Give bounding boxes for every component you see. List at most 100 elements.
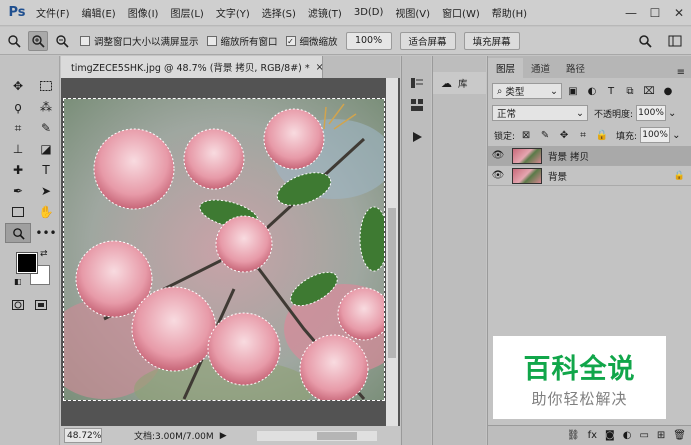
horizontal-scroll-thumb[interactable] [316, 431, 357, 440]
new-group-icon[interactable]: ▭ [639, 430, 648, 441]
visibility-eye-icon[interactable]: 👁 [488, 150, 508, 161]
properties-panel-icon[interactable] [402, 94, 431, 116]
marquee-tool-icon[interactable] [33, 76, 59, 96]
chevron-down-icon: ⌄ [576, 107, 584, 119]
rectangle-tool-icon[interactable] [5, 202, 31, 222]
minimize-button[interactable]: — [619, 2, 643, 24]
workspace-icon[interactable] [665, 31, 685, 51]
menu-file[interactable]: 文件(F) [30, 5, 76, 20]
filter-type-icon[interactable]: T [603, 86, 619, 97]
tab-layers[interactable]: 图层 [488, 58, 524, 78]
menu-image[interactable]: 图像(I) [122, 5, 165, 20]
menu-help[interactable]: 帮助(H) [486, 5, 533, 20]
path-selection-tool-icon[interactable]: ➤ [33, 181, 59, 201]
eraser-tool-icon[interactable]: ◪ [33, 139, 59, 159]
filter-smart-object-icon[interactable]: ⌧ [641, 86, 657, 97]
tab-channels[interactable]: 通道 [523, 58, 558, 78]
menu-layer[interactable]: 图层(L) [164, 5, 209, 20]
menu-select[interactable]: 选择(S) [256, 5, 302, 20]
opacity-dropdown-icon[interactable]: ⌄ [668, 108, 676, 119]
tab-paths[interactable]: 路径 [558, 58, 593, 78]
screen-mode-icon[interactable] [35, 295, 48, 315]
lock-all-icon[interactable]: 🔒 [594, 130, 610, 141]
blend-mode-select[interactable]: 正常 ⌄ [492, 105, 588, 121]
scrubby-zoom-checkbox[interactable]: ✓ 细微缩放 [285, 34, 338, 48]
blend-row: 正常 ⌄ 不透明度: 100% ⌄ [488, 102, 691, 124]
zoom-in-icon[interactable] [28, 30, 48, 51]
pen-tool-icon[interactable]: ✒ [5, 181, 31, 201]
type-tool-icon[interactable]: T [33, 160, 59, 180]
opacity-field[interactable]: 100% [636, 105, 667, 121]
resize-windows-checkbox[interactable]: 调整窗口大小以满屏显示 [80, 34, 199, 48]
filter-pixel-icon[interactable]: ▣ [565, 86, 581, 97]
ps-logo: Ps [8, 5, 26, 20]
lasso-tool-icon[interactable]: ϙ [5, 97, 31, 117]
document-size-info: 文档:3.00M/7.00M [134, 432, 214, 442]
search-icon[interactable] [635, 31, 655, 51]
vertical-scrollbar[interactable] [386, 78, 398, 426]
lock-artboard-icon[interactable]: ⌗ [575, 130, 591, 141]
play-actions-icon[interactable] [402, 126, 431, 148]
more-tools-icon[interactable]: ••• [33, 223, 59, 243]
layer-row-background-copy[interactable]: 👁 背景 拷贝 [488, 146, 691, 166]
delete-layer-icon[interactable]: 🗑 [673, 430, 686, 441]
fill-dropdown-icon[interactable]: ⌄ [672, 130, 680, 141]
library-label: 库 [458, 79, 468, 90]
filter-toggle-icon[interactable]: ● [660, 86, 676, 97]
menu-edit[interactable]: 编辑(E) [76, 5, 122, 20]
fill-screen-button[interactable]: 填充屏幕 [463, 31, 520, 50]
layer-style-icon[interactable]: fx [588, 430, 597, 441]
magic-wand-tool-icon[interactable]: ⁂ [33, 97, 59, 117]
library-button[interactable]: ☁ 库 [433, 72, 486, 94]
document-tab-bar: timgZECE5SHK.jpg @ 48.7% (背景 拷贝, RGB/8#)… [61, 56, 400, 78]
document-tab[interactable]: timgZECE5SHK.jpg @ 48.7% (背景 拷贝, RGB/8#)… [61, 56, 324, 78]
brush-tool-icon[interactable]: ✎ [33, 118, 59, 138]
swap-colors-icon[interactable]: ⇄ [40, 249, 48, 259]
add-mask-icon[interactable]: ◙ [605, 430, 615, 441]
checkbox-checked[interactable]: ✓ [285, 35, 296, 46]
stamp-tool-icon[interactable]: ⊥ [5, 139, 31, 159]
close-button[interactable]: ✕ [667, 2, 691, 24]
new-layer-icon[interactable]: ⊞ [657, 430, 665, 441]
filter-kind-select[interactable]: ⌕ 类型 ⌄ [492, 83, 562, 99]
zoom-level-field[interactable]: 48.72% [64, 428, 102, 443]
horizontal-scrollbar[interactable] [256, 430, 377, 441]
menu-view[interactable]: 视图(V) [389, 5, 436, 20]
quick-mask-icon[interactable] [11, 295, 24, 315]
close-tab-icon[interactable]: × [316, 62, 324, 73]
status-menu-arrow-icon[interactable]: ▶ [220, 431, 227, 441]
lock-position-icon[interactable]: ✥ [556, 130, 572, 141]
lock-image-icon[interactable]: ✎ [537, 130, 553, 141]
healing-tool-icon[interactable]: ✚ [5, 160, 31, 180]
menu-window[interactable]: 窗口(W) [436, 5, 486, 20]
link-layers-icon[interactable]: ⛓ [567, 430, 580, 441]
adjustment-layer-icon[interactable]: ◐ [623, 430, 632, 441]
zoom-tool-preset-icon[interactable] [4, 31, 24, 51]
menu-filter[interactable]: 滤镜(T) [302, 5, 348, 20]
zoom-tool-icon[interactable] [5, 223, 31, 243]
fit-screen-button[interactable]: 适合屏幕 [399, 31, 456, 50]
zoom-out-icon[interactable] [52, 31, 72, 51]
panel-menu-icon[interactable]: ≡ [677, 67, 685, 78]
crop-tool-icon[interactable]: ⌗ [5, 118, 31, 138]
move-tool-icon[interactable]: ✥ [5, 76, 31, 96]
visibility-eye-icon[interactable]: 👁 [488, 170, 508, 181]
foreground-color-swatch[interactable] [16, 252, 38, 274]
lock-transparent-icon[interactable]: ⊠ [518, 130, 534, 141]
vertical-scroll-thumb[interactable] [388, 208, 396, 358]
checkbox-box[interactable] [80, 35, 90, 46]
fill-field[interactable]: 100% [640, 127, 671, 143]
filter-adjustment-icon[interactable]: ◐ [584, 86, 600, 97]
filter-shape-icon[interactable]: ⧉ [622, 86, 638, 97]
zoom-all-windows-checkbox[interactable]: 缩放所有窗口 [206, 34, 278, 48]
maximize-button[interactable]: ☐ [643, 2, 667, 24]
menu-3d[interactable]: 3D(D) [348, 7, 390, 18]
hand-tool-icon[interactable]: ✋ [33, 202, 59, 222]
zoom-100-button[interactable]: 100% [345, 31, 392, 50]
menu-type[interactable]: 文字(Y) [210, 5, 256, 20]
default-colors-icon[interactable]: ◧ [14, 277, 22, 286]
history-panel-icon[interactable] [402, 72, 431, 94]
image-canvas[interactable] [63, 98, 385, 401]
layer-row-background[interactable]: 👁 背景 🔒 [488, 166, 691, 186]
checkbox-box[interactable] [206, 35, 217, 46]
